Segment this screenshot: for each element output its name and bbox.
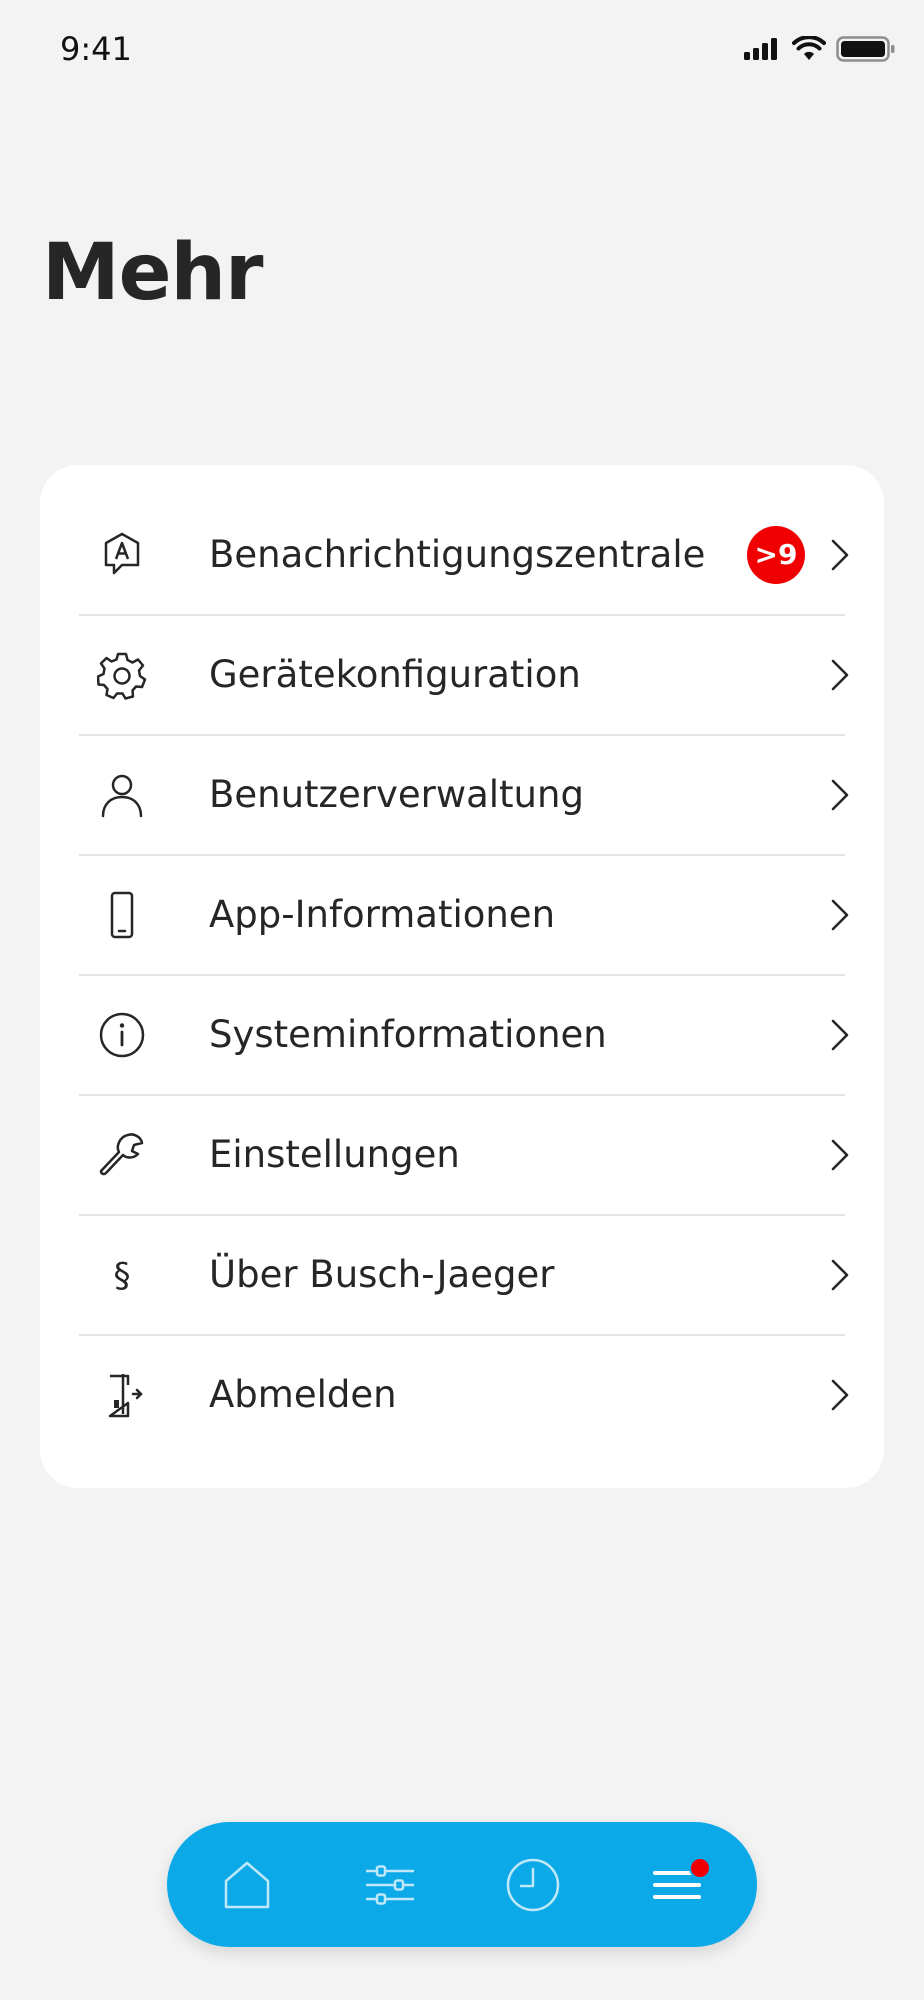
wrench-icon	[97, 1130, 147, 1180]
menu-item-settings[interactable]: Einstellungen	[79, 1096, 849, 1216]
tab-history[interactable]	[503, 1855, 563, 1915]
page-title: Mehr	[42, 228, 264, 318]
chevron-right-icon	[829, 538, 851, 572]
menu-item-about-busch-jaeger[interactable]: § Über Busch-Jaeger	[79, 1216, 849, 1336]
menu-item-system-information[interactable]: Systeminformationen	[79, 976, 849, 1096]
menu-item-app-information[interactable]: App-Informationen	[79, 856, 849, 976]
chevron-right-icon	[829, 778, 851, 812]
sliders-icon	[366, 1865, 414, 1905]
menu-item-device-configuration[interactable]: Gerätekonfiguration	[79, 616, 849, 736]
smartphone-icon	[97, 890, 147, 940]
more-screen: 9:41 Mehr Benachrichtigungszentrale >9 G…	[0, 0, 924, 2000]
wifi-icon	[792, 35, 826, 66]
paragraph-icon: §	[97, 1250, 147, 1300]
menu-item-label: Einstellungen	[209, 1133, 460, 1176]
gear-icon	[97, 650, 147, 700]
battery-icon	[836, 35, 896, 67]
logout-door-icon	[97, 1370, 147, 1420]
notification-dot	[689, 1857, 711, 1879]
clock-icon	[506, 1858, 560, 1912]
status-bar: 9:41	[0, 28, 924, 74]
menu-item-label: Gerätekonfiguration	[209, 653, 581, 696]
signal-icon	[742, 37, 782, 65]
user-icon	[97, 770, 147, 820]
home-icon	[224, 1861, 270, 1909]
menu-item-label: Über Busch-Jaeger	[209, 1253, 555, 1296]
menu-item-user-management[interactable]: Benutzerverwaltung	[79, 736, 849, 856]
menu-list: Benachrichtigungszentrale >9 Gerätekonfi…	[79, 496, 849, 1454]
notification-count-badge: >9	[747, 526, 805, 584]
chevron-right-icon	[829, 1258, 851, 1292]
tab-home[interactable]	[217, 1855, 277, 1915]
notification-a-icon	[97, 530, 147, 580]
menu-item-label: Benachrichtigungszentrale	[209, 533, 706, 576]
bottom-tab-bar	[167, 1822, 757, 1947]
chevron-right-icon	[829, 898, 851, 932]
status-time: 9:41	[60, 30, 132, 68]
menu-item-notification-center[interactable]: Benachrichtigungszentrale >9	[79, 496, 849, 616]
menu-item-label: Abmelden	[209, 1373, 397, 1416]
menu-card: Benachrichtigungszentrale >9 Gerätekonfi…	[40, 465, 884, 1488]
status-icons	[742, 34, 896, 68]
menu-item-label: Benutzerverwaltung	[209, 773, 584, 816]
menu-item-label: Systeminformationen	[209, 1013, 607, 1056]
svg-text:§: §	[114, 1256, 131, 1296]
menu-item-label: App-Informationen	[209, 893, 556, 936]
info-icon	[97, 1010, 147, 1060]
chevron-right-icon	[829, 1138, 851, 1172]
tab-controls[interactable]	[360, 1855, 420, 1915]
menu-item-logout[interactable]: Abmelden	[79, 1336, 849, 1454]
chevron-right-icon	[829, 658, 851, 692]
chevron-right-icon	[829, 1018, 851, 1052]
chevron-right-icon	[829, 1378, 851, 1412]
